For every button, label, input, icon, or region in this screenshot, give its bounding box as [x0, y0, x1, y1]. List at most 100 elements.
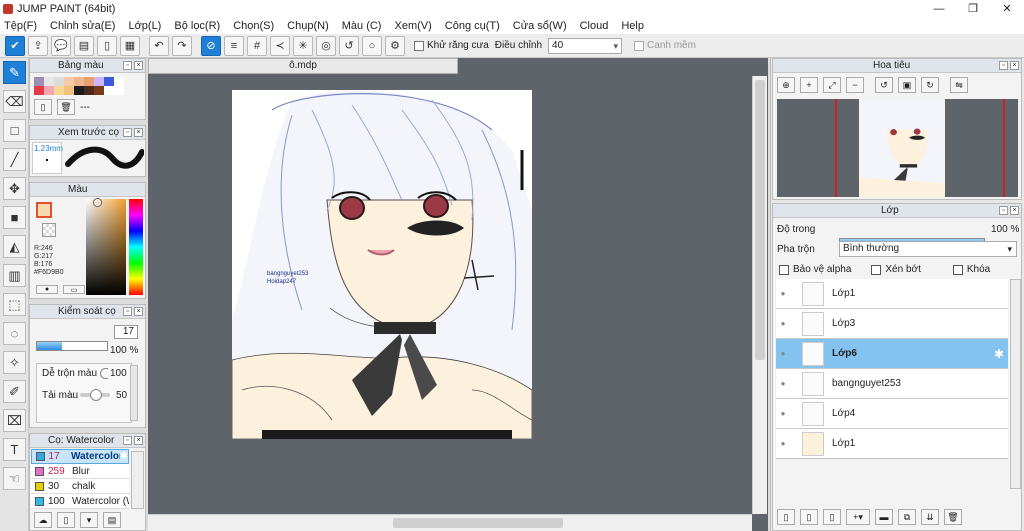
- scroll-thumb[interactable]: [755, 80, 765, 360]
- float-icon[interactable]: ▫: [123, 128, 132, 137]
- fill-rect-tool-icon[interactable]: ■: [3, 206, 26, 229]
- background-color-swatch[interactable]: [42, 223, 56, 237]
- protect-alpha-checkbox[interactable]: [779, 264, 789, 275]
- brush-size-slider[interactable]: [36, 341, 108, 351]
- amount-slider-handle[interactable]: [90, 389, 102, 401]
- fit-window-icon[interactable]: ⤢: [823, 77, 841, 93]
- layout-icon[interactable]: ▦: [120, 35, 140, 56]
- layer-row[interactable]: ● Lớp3: [776, 309, 1008, 339]
- brush-list-scrollbar[interactable]: [131, 451, 144, 509]
- snap-off-icon[interactable]: ⊘: [201, 35, 221, 56]
- move-tool-icon[interactable]: ✥: [3, 177, 26, 200]
- gear-icon[interactable]: ✱: [120, 451, 128, 462]
- snap-concentric-icon[interactable]: ◎: [316, 35, 336, 56]
- menu-color[interactable]: Màu (C): [342, 20, 382, 32]
- menu-filter[interactable]: Bộ lọc(R): [174, 20, 220, 32]
- adjust-select[interactable]: 40: [548, 37, 623, 54]
- minimize-button[interactable]: —: [922, 0, 956, 17]
- cloud-brush-icon[interactable]: ☁: [34, 512, 52, 528]
- foreground-color-swatch[interactable]: [36, 202, 52, 218]
- layer-list-scrollbar[interactable]: [1010, 279, 1021, 489]
- new-folder-icon[interactable]: ▬: [875, 509, 893, 525]
- eraser-tool-icon[interactable]: ⌫: [3, 90, 26, 113]
- comment-icon[interactable]: 💬: [51, 35, 71, 56]
- close-button[interactable]: ✕: [990, 0, 1024, 17]
- float-icon[interactable]: ▫: [123, 307, 132, 316]
- swatch-grid[interactable]: [34, 77, 124, 95]
- page-icon[interactable]: ▯: [97, 35, 117, 56]
- menu-window[interactable]: Cửa sổ(W): [513, 20, 567, 32]
- select-rect-tool-icon[interactable]: ⬚: [3, 293, 26, 316]
- layer-row[interactable]: ● Lớp4: [776, 399, 1008, 429]
- menu-tools[interactable]: Công cụ(T): [445, 20, 500, 32]
- visibility-icon[interactable]: ●: [776, 289, 790, 298]
- brush-list-item[interactable]: 30 chalk: [31, 479, 129, 494]
- text-tool-icon[interactable]: T: [3, 438, 26, 461]
- layer-row[interactable]: ● bangnguyet253: [776, 369, 1008, 399]
- float-icon[interactable]: ▫: [123, 61, 132, 70]
- zoom-out-icon[interactable]: −: [846, 77, 864, 93]
- saturation-value-picker[interactable]: [86, 199, 126, 295]
- gear-icon[interactable]: ✱: [994, 347, 1004, 361]
- menu-capture[interactable]: Chụp(N): [287, 20, 329, 32]
- flip-icon[interactable]: ⇋: [950, 77, 968, 93]
- line-tool-icon[interactable]: ╱: [3, 148, 26, 171]
- cloud-sync-icon[interactable]: ✔: [5, 35, 25, 56]
- snap-curve-icon[interactable]: ↺: [339, 35, 359, 56]
- visibility-icon[interactable]: ●: [776, 319, 790, 328]
- brush-size-input[interactable]: 17: [114, 325, 138, 339]
- layer-row[interactable]: ● Lớp1: [776, 429, 1008, 459]
- new-layer-icon[interactable]: ▯: [777, 509, 795, 525]
- brush-list-item[interactable]: 100 Watercolor (W: [31, 494, 129, 509]
- close-panel-icon[interactable]: ×: [134, 128, 143, 137]
- visibility-icon[interactable]: ●: [776, 379, 790, 388]
- menu-cloud[interactable]: Cloud: [580, 20, 609, 32]
- close-panel-icon[interactable]: ×: [134, 307, 143, 316]
- hue-slider[interactable]: [129, 199, 143, 295]
- brush-settings-icon[interactable]: ▤: [103, 512, 121, 528]
- new-layer-8bit-icon[interactable]: ▯: [800, 509, 818, 525]
- menu-file[interactable]: Tệp(F): [4, 20, 37, 32]
- scroll-thumb[interactable]: [393, 518, 563, 528]
- visibility-icon[interactable]: ●: [776, 349, 790, 358]
- blend-dial-icon[interactable]: [100, 368, 108, 379]
- maximize-button[interactable]: ❐: [956, 0, 990, 17]
- clipping-checkbox[interactable]: [871, 264, 882, 275]
- snap-radial-icon[interactable]: ✳: [293, 35, 313, 56]
- color-mode-icon[interactable]: ●: [36, 285, 58, 294]
- rotate-left-icon[interactable]: ↺: [875, 77, 893, 93]
- message-icon[interactable]: ▤: [74, 35, 94, 56]
- new-brush-icon[interactable]: ▯: [57, 512, 75, 528]
- hand-tool-icon[interactable]: ☜: [3, 467, 26, 490]
- canvas-vertical-scrollbar[interactable]: [752, 76, 767, 514]
- delete-layer-icon[interactable]: 🗑: [944, 509, 962, 525]
- layer-blend-select[interactable]: Bình thường ▾: [839, 241, 1017, 257]
- rotate-right-icon[interactable]: ↻: [921, 77, 939, 93]
- snap-settings-icon[interactable]: ⚙: [385, 35, 405, 56]
- zoom-in-icon[interactable]: +: [800, 77, 818, 93]
- duplicate-layer-icon[interactable]: ⧉: [898, 509, 916, 525]
- merge-layer-icon[interactable]: ⇊: [921, 509, 939, 525]
- snap-ellipse-icon[interactable]: ○: [362, 35, 382, 56]
- magic-wand-tool-icon[interactable]: ✧: [3, 351, 26, 374]
- brush-list-item[interactable]: 17 Watercolor ✱: [31, 449, 129, 464]
- add-layer-menu-icon[interactable]: +▾: [846, 509, 870, 525]
- menu-view[interactable]: Xem(V): [394, 20, 431, 32]
- document-tab[interactable]: ô.mdp: [148, 58, 458, 74]
- visibility-icon[interactable]: ●: [776, 409, 790, 418]
- menu-layer[interactable]: Lớp(L): [128, 20, 161, 32]
- antialias-checkbox[interactable]: [414, 40, 424, 51]
- redo-icon[interactable]: ↷: [172, 35, 192, 56]
- reset-view-icon[interactable]: ▣: [898, 77, 916, 93]
- float-icon[interactable]: ▫: [999, 206, 1008, 215]
- brush-list-item[interactable]: 259 Blur: [31, 464, 129, 479]
- close-panel-icon[interactable]: ×: [134, 436, 143, 445]
- export-icon[interactable]: ⇪: [28, 35, 48, 56]
- layer-row[interactable]: ● Lớp1: [776, 279, 1008, 309]
- snap-vanish-icon[interactable]: ≺: [270, 35, 290, 56]
- brush-control-scrollbar[interactable]: [130, 365, 138, 421]
- delete-swatch-icon[interactable]: 🗑: [57, 99, 75, 115]
- lock-checkbox[interactable]: [952, 264, 963, 275]
- snap-grid-icon[interactable]: #: [247, 35, 267, 56]
- color-history-icon[interactable]: ▭: [63, 285, 85, 294]
